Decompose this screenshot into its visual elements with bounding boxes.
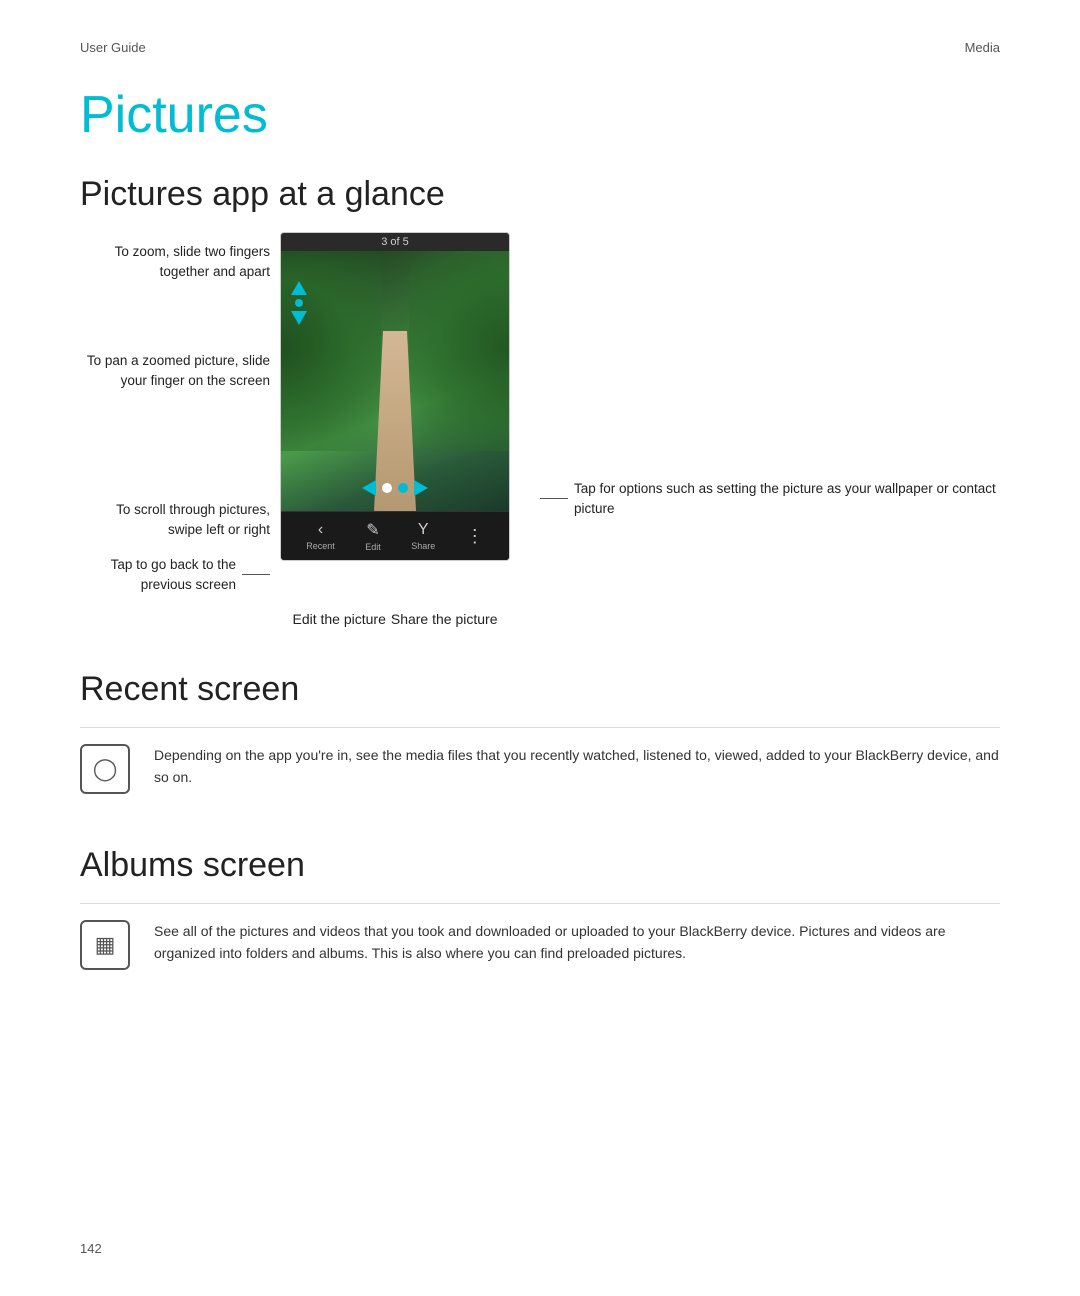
share-label: Share bbox=[411, 541, 435, 551]
scroll-annotation: To scroll through pictures, swipe left o… bbox=[80, 500, 270, 539]
pan-annotation: To pan a zoomed picture, slide your fing… bbox=[80, 351, 270, 390]
phone-image bbox=[281, 251, 509, 511]
recent-screen-description: Depending on the app you're in, see the … bbox=[154, 744, 1000, 789]
albums-icon: ▦ bbox=[95, 932, 116, 958]
edit-below-annotation: Edit the picture bbox=[292, 609, 385, 630]
dot-white-icon bbox=[382, 483, 392, 493]
edit-icon: ✎ bbox=[366, 520, 379, 540]
share-below-annotation: Share the picture bbox=[391, 609, 498, 630]
phone-screen: 3 of 5 bbox=[280, 232, 510, 561]
arrow-right-icon bbox=[414, 480, 428, 496]
page-number: 142 bbox=[80, 1241, 102, 1256]
edit-label: Edit bbox=[365, 542, 381, 552]
swipe-arrows bbox=[362, 480, 428, 496]
albums-screen-description: See all of the pictures and videos that … bbox=[154, 920, 1000, 965]
share-icon: Y bbox=[418, 521, 429, 539]
arrow-up-icon bbox=[291, 281, 307, 295]
arrow-left-icon bbox=[362, 480, 376, 496]
back-line bbox=[242, 574, 270, 575]
phone-top-bar: 3 of 5 bbox=[281, 233, 509, 251]
recent-screen-row: ◯ Depending on the app you're in, see th… bbox=[80, 727, 1000, 810]
back-label: Recent bbox=[306, 541, 335, 551]
dot-cyan-icon bbox=[398, 483, 408, 493]
glance-title: Pictures app at a glance bbox=[80, 175, 1000, 214]
zoom-arrows bbox=[291, 281, 307, 325]
albums-screen-row: ▦ See all of the pictures and videos tha… bbox=[80, 903, 1000, 986]
arrow-dot-icon bbox=[295, 299, 303, 307]
phone-toolbar: ‹ Recent ✎ Edit Y Share ⋮ bbox=[281, 511, 509, 560]
albums-screen-title: Albums screen bbox=[80, 846, 1000, 885]
header-left: User Guide bbox=[80, 40, 146, 55]
zoom-annotation: To zoom, slide two fingers together and … bbox=[80, 242, 270, 281]
toolbar-more[interactable]: ⋮ bbox=[466, 527, 484, 545]
toolbar-edit[interactable]: ✎ Edit bbox=[365, 520, 381, 552]
recent-icon-box: ◯ bbox=[80, 744, 130, 794]
recent-screen-title: Recent screen bbox=[80, 670, 1000, 709]
more-icon: ⋮ bbox=[466, 527, 484, 545]
options-line bbox=[540, 498, 568, 499]
header-right: Media bbox=[965, 40, 1000, 55]
recent-screen-section: Recent screen ◯ Depending on the app you… bbox=[80, 670, 1000, 810]
toolbar-back[interactable]: ‹ Recent bbox=[306, 521, 335, 551]
back-icon: ‹ bbox=[318, 521, 323, 539]
recent-icon: ◯ bbox=[93, 756, 118, 782]
page-title: Pictures bbox=[80, 85, 1000, 145]
back-annotation: Tap to go back to the previous screen bbox=[80, 555, 236, 594]
options-annotation: Tap for options such as setting the pict… bbox=[574, 479, 1000, 518]
albums-icon-box: ▦ bbox=[80, 920, 130, 970]
albums-screen-section: Albums screen ▦ See all of the pictures … bbox=[80, 846, 1000, 986]
arrow-down-icon bbox=[291, 311, 307, 325]
toolbar-share[interactable]: Y Share bbox=[411, 521, 435, 551]
